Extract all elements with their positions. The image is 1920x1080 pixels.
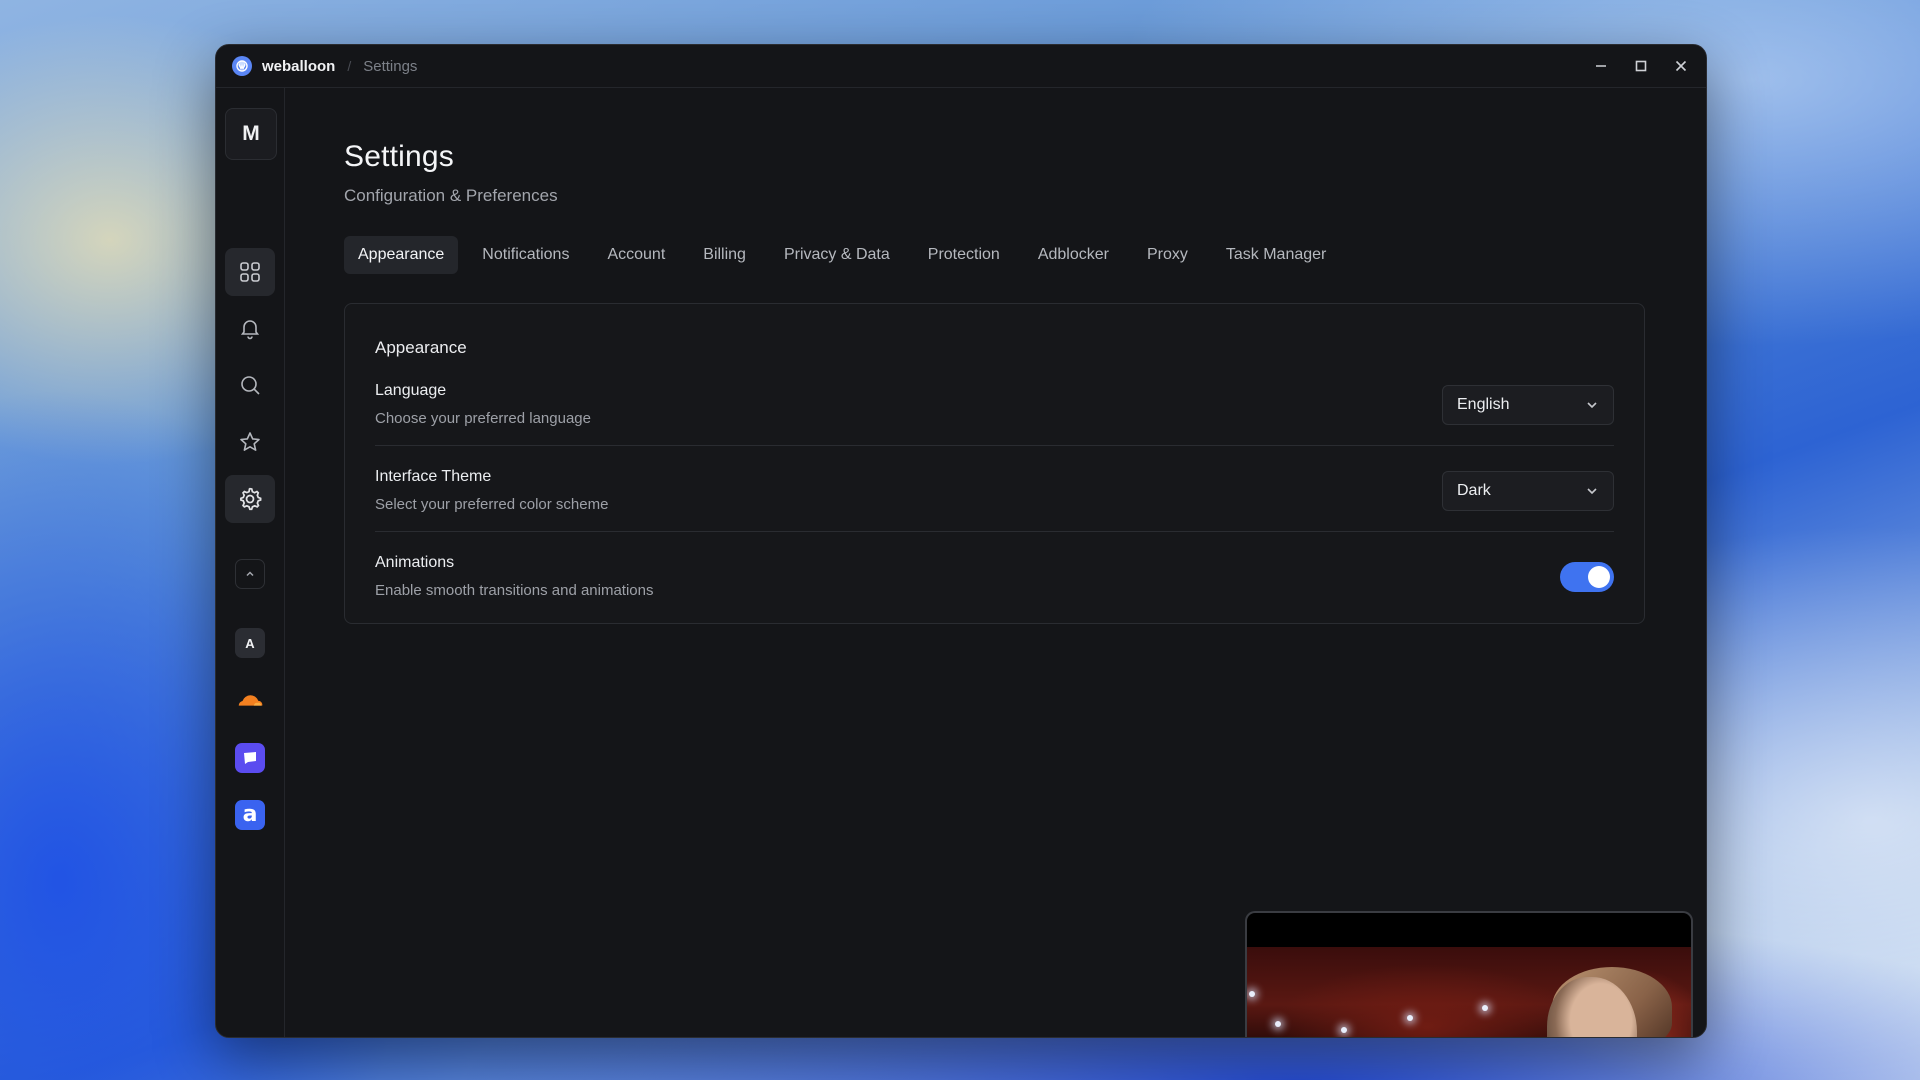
cloudflare-app-icon[interactable]	[235, 685, 265, 715]
sidebar: M A a	[216, 88, 285, 1037]
language-select-value: English	[1457, 395, 1510, 413]
close-icon[interactable]	[1672, 57, 1690, 75]
animations-toggle[interactable]	[1560, 561, 1614, 592]
a-app-letter: A	[245, 635, 255, 651]
theme-label: Interface Theme	[375, 468, 492, 485]
settings-tabs: Appearance Notifications Account Billing…	[344, 236, 1648, 274]
stage-light	[1249, 991, 1255, 997]
language-description: Choose your preferred language	[375, 410, 591, 427]
avatar[interactable]: M	[225, 108, 277, 160]
breadcrumb: Settings	[363, 57, 418, 75]
main-content: Settings Configuration & Preferences App…	[344, 88, 1648, 624]
panel-title: Appearance	[375, 338, 467, 357]
a-bracket-app-letter: a	[242, 802, 258, 827]
avatar-letter: M	[242, 122, 260, 145]
tab-adblocker[interactable]: Adblocker	[1024, 236, 1123, 274]
chevron-down-icon	[1585, 398, 1599, 412]
title-bar: weballoon / Settings	[216, 45, 1706, 88]
language-select[interactable]: English	[1442, 384, 1614, 425]
animations-label: Animations	[375, 554, 455, 571]
tab-notifications[interactable]: Notifications	[468, 236, 583, 274]
star-icon[interactable]	[225, 418, 275, 466]
tab-privacy-data[interactable]: Privacy & Data	[770, 236, 904, 274]
weballoon-logo-icon	[232, 56, 252, 76]
a-app-icon[interactable]: A	[235, 628, 265, 658]
tab-account[interactable]: Account	[593, 236, 679, 274]
chevron-up-icon[interactable]	[235, 559, 265, 589]
app-name: weballoon	[262, 57, 336, 75]
theme-description: Select your preferred color scheme	[375, 496, 609, 513]
stage-light	[1275, 1021, 1281, 1027]
tab-billing[interactable]: Billing	[689, 236, 760, 274]
stage-light	[1407, 1015, 1413, 1021]
animations-row: Animations Enable smooth transitions and…	[375, 550, 1614, 605]
language-label: Language	[375, 382, 447, 399]
tab-appearance[interactable]: Appearance	[344, 236, 459, 274]
appearance-panel: Appearance Language Choose your preferre…	[344, 303, 1645, 624]
theme-select[interactable]: Dark	[1442, 470, 1614, 511]
app-window: weballoon / Settings M A a Settings Conf…	[215, 44, 1707, 1038]
chevron-down-icon	[1585, 484, 1599, 498]
video-preview[interactable]	[1245, 911, 1693, 1037]
theme-select-value: Dark	[1457, 481, 1491, 499]
chat-app-icon[interactable]	[235, 743, 265, 773]
bell-icon[interactable]	[225, 304, 275, 352]
stage-light	[1341, 1027, 1347, 1033]
theme-row: Interface Theme Select your preferred co…	[375, 464, 1614, 532]
tab-proxy[interactable]: Proxy	[1133, 236, 1202, 274]
minimize-icon[interactable]	[1592, 57, 1610, 75]
animations-description: Enable smooth transitions and animations	[375, 582, 654, 599]
toggle-knob	[1588, 565, 1610, 588]
video-frame	[1247, 947, 1691, 1037]
maximize-icon[interactable]	[1632, 57, 1650, 75]
language-row: Language Choose your preferred language …	[375, 378, 1614, 446]
breadcrumb-separator: /	[347, 58, 352, 74]
a-bracket-app-icon[interactable]: a	[235, 800, 265, 830]
grid-icon[interactable]	[225, 248, 275, 296]
page-title: Settings	[344, 140, 454, 173]
tab-task-manager[interactable]: Task Manager	[1212, 236, 1341, 274]
tab-protection[interactable]: Protection	[914, 236, 1014, 274]
search-icon[interactable]	[225, 361, 275, 409]
window-controls	[1592, 57, 1690, 75]
stage-light	[1482, 1005, 1488, 1011]
gear-icon[interactable]	[225, 475, 275, 523]
page-subtitle: Configuration & Preferences	[344, 186, 558, 205]
